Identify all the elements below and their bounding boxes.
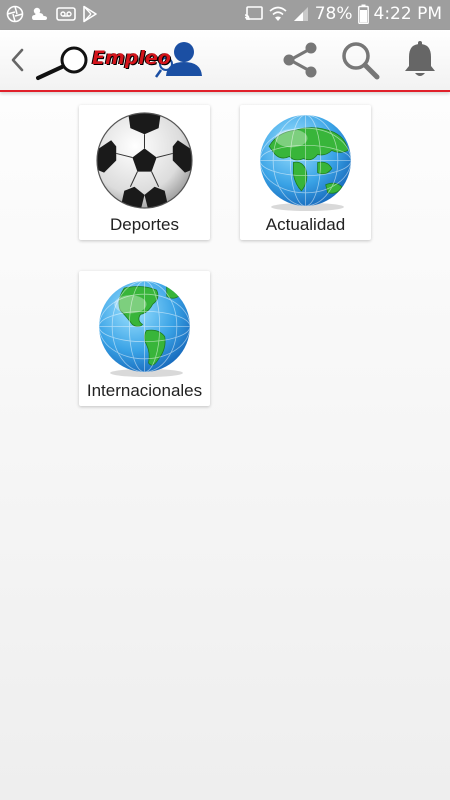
share-button[interactable] — [278, 38, 322, 82]
category-label: Internacionales — [86, 381, 203, 400]
play-store-icon — [82, 5, 98, 23]
bell-icon — [405, 41, 435, 76]
voicemail-icon — [56, 6, 76, 22]
cast-icon — [244, 5, 264, 23]
weather-icon — [30, 5, 50, 23]
search-button[interactable] — [338, 38, 382, 82]
category-tile-internacionales[interactable]: Internacionales — [79, 271, 210, 406]
category-label: Actualidad — [265, 215, 346, 234]
aperture-icon — [6, 5, 24, 23]
globe-americas-icon — [99, 281, 190, 377]
chevron-left-icon — [11, 48, 24, 72]
battery-percent: 78% — [314, 4, 353, 24]
battery-icon — [357, 4, 369, 24]
app-logo: Empleo — [34, 34, 204, 86]
app-bar: Empleo — [0, 30, 450, 92]
category-label: Deportes — [110, 215, 179, 234]
category-tile-deportes[interactable]: Deportes — [79, 105, 210, 240]
category-tile-actualidad[interactable]: Actualidad — [240, 105, 371, 240]
status-bar: 78% 4:22 PM — [0, 0, 450, 30]
signal-icon — [292, 5, 310, 23]
back-button[interactable] — [4, 42, 32, 78]
soccer-ball-icon — [96, 112, 193, 209]
globe-eurasia-icon — [260, 115, 351, 211]
share-icon — [283, 42, 317, 78]
notifications-button[interactable] — [398, 38, 442, 82]
wifi-icon — [269, 5, 287, 23]
status-bar-notifications — [6, 5, 98, 23]
clock: 4:22 PM — [373, 4, 443, 24]
status-bar-system: 78% 4:22 PM — [244, 4, 442, 24]
logo-text: Empleo — [92, 47, 171, 69]
search-icon — [342, 42, 380, 80]
